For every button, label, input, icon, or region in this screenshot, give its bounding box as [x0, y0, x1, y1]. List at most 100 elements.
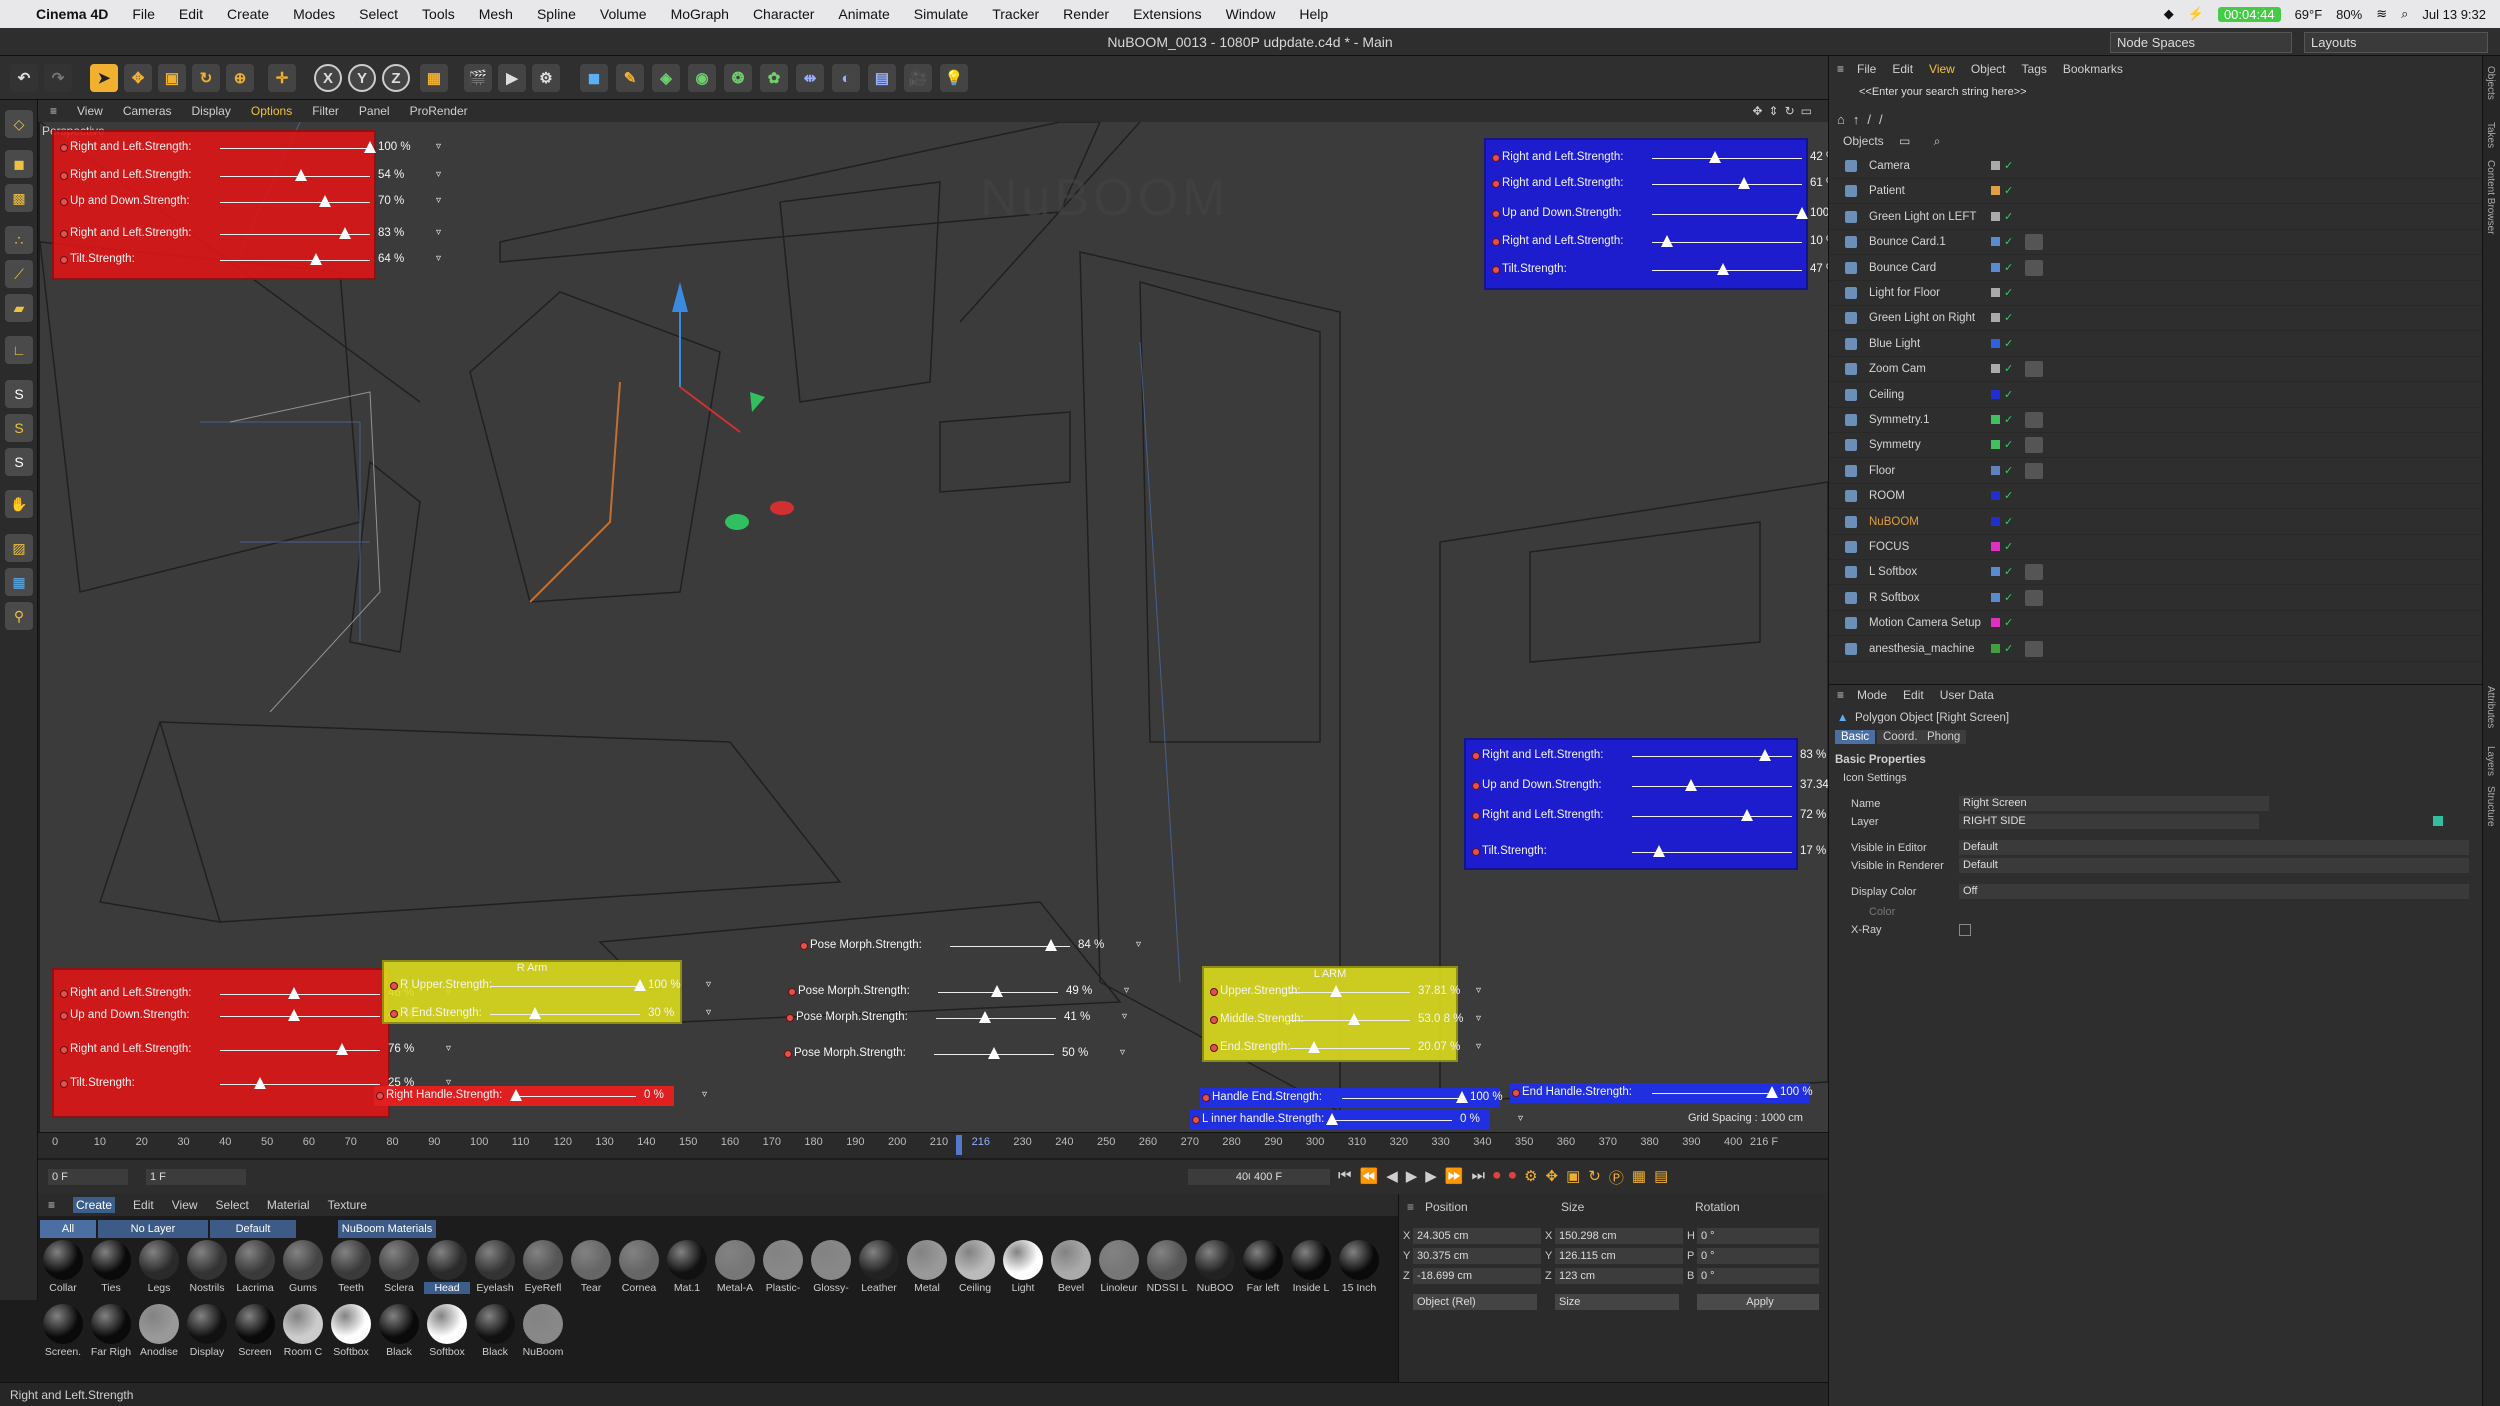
object-name[interactable]: anesthesia_machine — [1869, 643, 1975, 655]
filter-default[interactable]: Default — [210, 1220, 296, 1238]
menu-tools[interactable]: Tools — [410, 6, 467, 22]
visibility-check-icon[interactable]: ✓ — [2004, 616, 2013, 629]
material-swatch[interactable]: Far left — [1240, 1238, 1286, 1300]
size-mode-dropdown[interactable]: Size — [1555, 1294, 1679, 1310]
vp-menu-options[interactable]: Options — [251, 104, 292, 118]
material-swatch[interactable]: Softbox — [328, 1302, 374, 1364]
slider-dropdown-icon[interactable]: ▿ — [1476, 1013, 1481, 1024]
attr-menu-edit[interactable]: Edit — [1903, 688, 1924, 704]
material-swatch[interactable]: Black — [376, 1302, 422, 1364]
strength-slider[interactable]: Right and Left.Strength:61 %▿ — [1492, 174, 1828, 194]
attr-visible-renderer-dropdown[interactable]: Default — [1959, 858, 2469, 873]
slider-track[interactable] — [936, 1018, 1056, 1019]
mat-menu-material[interactable]: Material — [267, 1198, 310, 1212]
keyframe-dot-icon[interactable] — [60, 256, 68, 264]
strength-slider[interactable]: Upper.Strength: 37.81 % ▿ — [1210, 982, 1481, 1002]
strength-slider[interactable]: Right and Left.Strength:83 %▿ — [1472, 746, 1826, 766]
deformer-icon[interactable]: ⇹ — [796, 64, 824, 92]
side-tab-objects[interactable]: Objects — [2485, 66, 2496, 100]
side-tab-attributes[interactable]: Attributes — [2485, 686, 2496, 728]
layer-color-swatch[interactable] — [1991, 262, 2000, 272]
material-swatch[interactable]: Plastic- — [760, 1238, 806, 1300]
layer-color-swatch[interactable] — [1991, 338, 2000, 348]
slider-track[interactable] — [516, 1096, 636, 1097]
material-swatch[interactable]: NuBoom — [520, 1302, 566, 1364]
layouts-dropdown[interactable]: Layouts — [2304, 32, 2488, 53]
workplane-snap-icon[interactable]: S — [5, 448, 33, 476]
scale-tool-icon[interactable]: ▣ — [158, 64, 186, 92]
step-forward-icon[interactable]: ▶ — [1425, 1167, 1437, 1188]
menu-animate[interactable]: Animate — [826, 6, 901, 22]
slider-thumb[interactable] — [1737, 177, 1750, 189]
position-y-field[interactable]: 30.375 cm — [1413, 1248, 1541, 1264]
keyframe-dot-icon[interactable] — [376, 1092, 384, 1100]
material-swatch[interactable]: Anodise — [136, 1302, 182, 1364]
field-icon[interactable]: ◐ — [832, 64, 860, 92]
visibility-check-icon[interactable]: ✓ — [2004, 261, 2013, 274]
mat-menu-create[interactable]: Create — [73, 1197, 116, 1213]
strength-slider[interactable]: Right and Left.Strength: 76 % ▿ — [60, 1040, 451, 1060]
slider-dropdown-icon[interactable]: ▿ — [702, 1089, 707, 1100]
object-row[interactable]: R Softbox ✓ — [1829, 586, 2483, 611]
search-icon[interactable]: ⌕ — [1934, 134, 1941, 148]
coordinate-mode-dropdown[interactable]: Object (Rel) — [1413, 1294, 1537, 1310]
object-row[interactable]: anesthesia_machine ✓ — [1829, 637, 2483, 662]
object-tag-icon[interactable] — [2025, 462, 2043, 479]
current-frame-field[interactable]: 0 F — [48, 1169, 128, 1185]
strength-slider[interactable]: Tilt.Strength: 64 % ▿ — [60, 250, 441, 270]
strength-slider[interactable]: Right and Left.Strength:42 %▿ — [1492, 148, 1828, 168]
object-name[interactable]: ROOM — [1869, 490, 1905, 502]
material-swatch[interactable]: NuBOO — [1192, 1238, 1238, 1300]
slider-track[interactable] — [1652, 242, 1802, 243]
layer-color-swatch[interactable] — [1991, 516, 2000, 526]
slider-dropdown-icon[interactable]: ▿ — [1518, 1113, 1523, 1124]
slider-track[interactable] — [220, 994, 380, 995]
visibility-check-icon[interactable]: ✓ — [2004, 362, 2013, 375]
strength-slider[interactable]: Tilt.Strength:17 %▿ — [1472, 842, 1826, 862]
material-swatch[interactable]: Cornea — [616, 1238, 662, 1300]
layer-color-swatch[interactable] — [1991, 389, 2000, 399]
slider-track[interactable] — [1632, 786, 1792, 787]
object-row[interactable]: Zoom Cam ✓ — [1829, 357, 2483, 383]
material-swatch[interactable]: Far Righ — [88, 1302, 134, 1364]
strength-slider[interactable]: Up and Down.Strength: 70 % ▿ — [60, 192, 441, 212]
attr-layer-field[interactable]: RIGHT SIDE — [1959, 814, 2259, 829]
object-name[interactable]: Zoom Cam — [1869, 363, 1926, 375]
slider-thumb[interactable] — [1741, 809, 1754, 821]
slider-dropdown-icon[interactable]: ▿ — [706, 1007, 711, 1018]
l-arm-title[interactable]: L ARM — [1204, 968, 1456, 980]
slider-thumb[interactable] — [529, 1007, 541, 1019]
snap-settings-icon[interactable]: S — [5, 414, 33, 442]
layer-color-swatch[interactable] — [1991, 440, 2000, 450]
visibility-check-icon[interactable]: ✓ — [2004, 540, 2013, 553]
floor-icon[interactable]: ▤ — [868, 64, 896, 92]
attr-visible-editor-dropdown[interactable]: Default — [1959, 840, 2469, 855]
visibility-check-icon[interactable]: ✓ — [2004, 489, 2013, 502]
keyframe-dot-icon[interactable] — [1472, 812, 1480, 820]
mat-menu-edit[interactable]: Edit — [133, 1198, 154, 1212]
y-axis-lock[interactable]: Y — [348, 64, 376, 92]
layer-color-swatch[interactable] — [1991, 313, 2000, 323]
menu-character[interactable]: Character — [741, 6, 826, 22]
slider-dropdown-icon[interactable]: ▿ — [706, 979, 711, 990]
slider-track[interactable] — [220, 1016, 380, 1017]
object-tag-icon[interactable] — [2025, 259, 2043, 276]
attr-tab-basic[interactable]: Basic — [1835, 730, 1876, 744]
obj-menu-edit[interactable]: Edit — [1892, 62, 1913, 82]
material-swatch[interactable]: Nostrils — [184, 1238, 230, 1300]
slider-thumb[interactable] — [319, 195, 331, 207]
wifi-icon[interactable]: ≋ — [2376, 6, 2387, 22]
attr-icon-settings[interactable]: Icon Settings — [1843, 772, 1907, 784]
object-name[interactable]: L Softbox — [1869, 566, 1917, 578]
r-arm-title[interactable]: R Arm — [384, 962, 680, 974]
material-swatch[interactable]: Mat.1 — [664, 1238, 710, 1300]
object-row[interactable]: Symmetry.1 ✓ — [1829, 408, 2483, 433]
timeline-ruler[interactable]: 0 10 20 30 40 50 60 70 80 90 100 110 120 130 140 150 160… — [38, 1132, 1828, 1158]
keyframe-dot-icon[interactable] — [1472, 782, 1480, 790]
material-swatch[interactable]: Screen. — [40, 1302, 86, 1364]
material-swatch[interactable]: Gums — [280, 1238, 326, 1300]
menu-select[interactable]: Select — [347, 6, 410, 22]
slider-thumb[interactable] — [979, 1011, 992, 1023]
strength-slider[interactable]: Up and Down.Strength:46 %▿ — [60, 1006, 451, 1026]
filter-all[interactable]: All — [40, 1220, 96, 1238]
